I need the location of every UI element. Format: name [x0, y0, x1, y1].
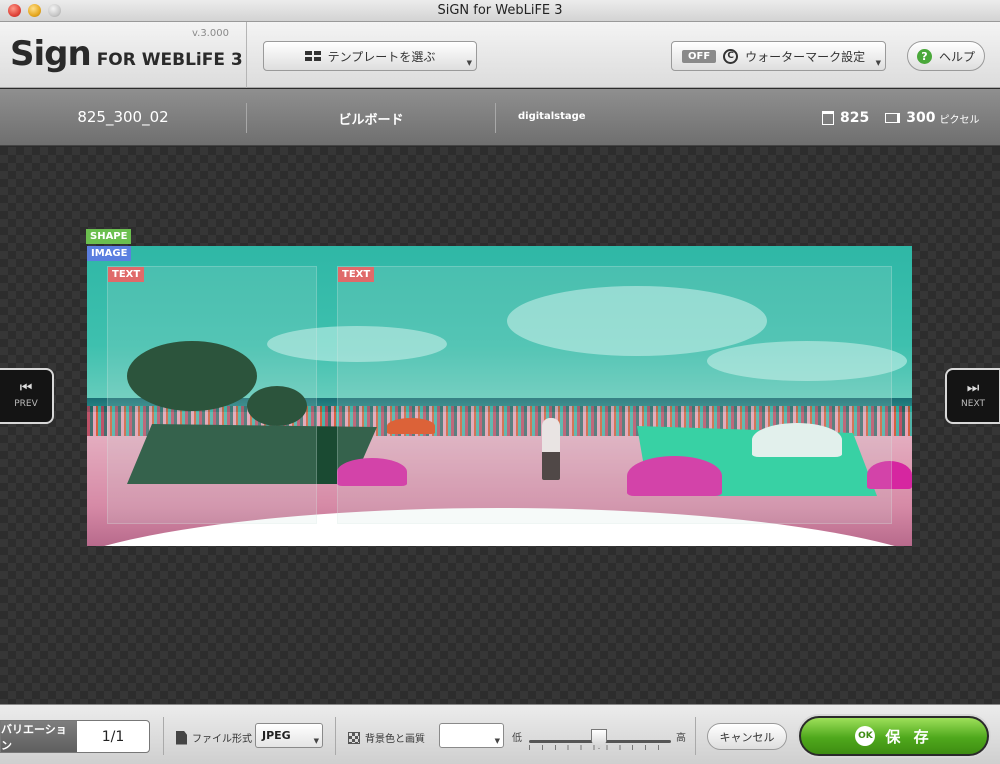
prev-label: PREV [14, 399, 38, 409]
dropdown-arrow-icon: ▼ [494, 737, 500, 745]
version-label: v.3.000 [192, 28, 229, 39]
copyright-icon: C [723, 48, 739, 64]
toolbar-divider [246, 22, 247, 88]
height-value: 825 [840, 110, 870, 126]
ok-icon: OK [855, 726, 876, 746]
watermark-settings-button[interactable]: OFF C ウォーターマーク設定 ▼ [671, 41, 886, 71]
logo-sub-text: FOR WEBLiFE 3 [96, 50, 243, 70]
next-label: NEXT [961, 399, 985, 409]
cancel-label: キャンセル [719, 730, 775, 744]
help-label: ヘルプ [938, 49, 975, 64]
file-format-select[interactable]: JPEG ▼ [255, 723, 323, 748]
prev-button[interactable]: ⏮ PREV [0, 368, 54, 424]
choose-template-label: テンプレートを選ぶ [327, 49, 436, 64]
text-layer-tag[interactable]: TEXT [338, 267, 375, 282]
width-value: 300 [906, 110, 936, 126]
checker-icon [348, 731, 360, 744]
image-layer-tag[interactable]: IMAGE [87, 246, 132, 261]
template-grid-icon [304, 51, 321, 61]
dropdown-arrow-icon: ▼ [875, 59, 881, 67]
logo-main-text: Sign [10, 34, 92, 74]
choose-template-button[interactable]: テンプレートを選ぶ ▼ [263, 41, 477, 71]
template-name: 825_300_02 [77, 108, 169, 126]
bg-quality-label-group: 背景色と画質 [348, 730, 425, 745]
window-titlebar: SiGN for WebLiFE 3 [0, 0, 1000, 22]
file-format-label: ファイル形式 [192, 734, 252, 745]
height-icon [822, 111, 834, 125]
file-icon [176, 730, 187, 745]
shape-layer-tag[interactable]: SHAPE [86, 229, 132, 244]
question-icon: ? [916, 48, 932, 64]
bottom-divider [695, 717, 696, 755]
quality-low-label: 低 [512, 733, 522, 744]
window-title: SiGN for WebLiFE 3 [437, 3, 563, 18]
bg-quality-label: 背景色と画質 [365, 734, 425, 745]
file-format-value: JPEG [262, 729, 291, 742]
bottom-divider [335, 717, 336, 755]
save-button[interactable]: OK 保 存 [799, 716, 989, 756]
template-category: ビルボード [338, 113, 404, 128]
next-button[interactable]: ⏭ NEXT [945, 368, 1000, 424]
variation-label: バリエーション [1, 721, 77, 752]
watermark-toggle[interactable]: OFF [682, 49, 717, 63]
app-logo: Sign FOR WEBLiFE 3 [10, 34, 243, 74]
bottom-divider [163, 717, 164, 755]
text-layer-tag[interactable]: TEXT [108, 267, 145, 282]
canvas-workspace: ⏮ PREV ⏭ NEXT SHAPE IMAGE TEXT TEXT [0, 147, 1000, 704]
unit-label: ピクセル [939, 114, 980, 126]
info-divider [495, 103, 496, 133]
template-info-bar: 825_300_02 ビルボード digitalstage 825 300 ピク… [0, 89, 1000, 146]
quality-high-label: 高 [676, 733, 686, 744]
cancel-button[interactable]: キャンセル [707, 723, 787, 750]
variation-count: 1/1 [101, 728, 125, 745]
variation-control[interactable]: バリエーション 1/1 [0, 720, 150, 753]
dimensions: 825 300 ピクセル [822, 110, 979, 126]
next-icon: ⏭ [966, 380, 980, 396]
dropdown-arrow-icon: ▼ [313, 737, 319, 745]
width-icon [885, 113, 901, 123]
text-area-box[interactable] [107, 266, 317, 524]
banner-canvas[interactable] [87, 246, 912, 546]
prev-icon: ⏮ [19, 380, 33, 396]
template-author: digitalstage [518, 111, 586, 122]
bottom-toolbar: バリエーション 1/1 ファイル形式 JPEG ▼ 背景色と画質 ▼ 低 高 キ… [0, 704, 1000, 764]
text-area-box[interactable] [337, 266, 892, 524]
save-label: 保 存 [885, 727, 933, 746]
watermark-settings-label: ウォーターマーク設定 [745, 49, 866, 64]
dropdown-arrow-icon: ▼ [466, 59, 472, 67]
help-button[interactable]: ? ヘルプ [907, 41, 985, 71]
background-color-select[interactable]: ▼ [439, 723, 504, 748]
file-format-label-group: ファイル形式 [176, 730, 252, 745]
